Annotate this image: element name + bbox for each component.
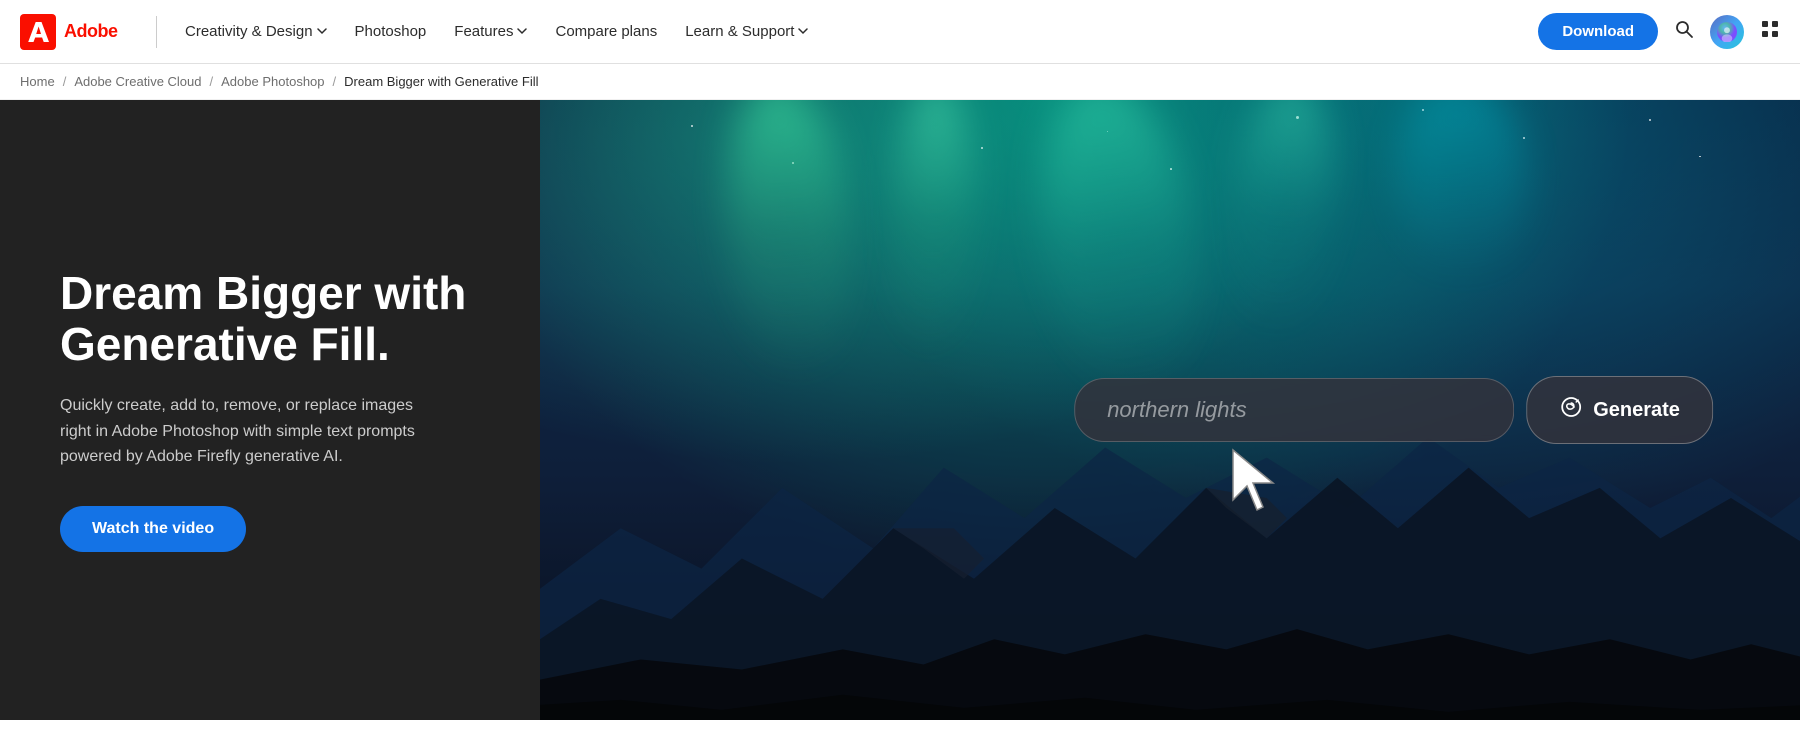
nav-divider bbox=[156, 16, 157, 48]
generate-button-label: Generate bbox=[1593, 399, 1680, 422]
user-avatar[interactable] bbox=[1710, 15, 1744, 49]
generate-icon bbox=[1559, 395, 1583, 425]
nav-right: Download bbox=[1538, 13, 1780, 50]
breadcrumb: Home / Adobe Creative Cloud / Adobe Phot… bbox=[0, 64, 1800, 100]
nav-link-creativity-design[interactable]: Creativity & Design bbox=[173, 15, 339, 48]
adobe-logo-icon bbox=[20, 14, 56, 50]
nav-link-learn-support[interactable]: Learn & Support bbox=[673, 15, 820, 48]
hero-title: Dream Bigger with Generative Fill. bbox=[60, 268, 480, 369]
nav-link-compare-plans[interactable]: Compare plans bbox=[543, 15, 669, 48]
generate-overlay: northern lights Generate bbox=[1074, 376, 1713, 444]
watch-video-button[interactable]: Watch the video bbox=[60, 506, 246, 552]
breadcrumb-creative-cloud[interactable]: Adobe Creative Cloud bbox=[74, 74, 201, 89]
nav-links: Creativity & Design Photoshop Features C… bbox=[173, 15, 1538, 48]
download-button[interactable]: Download bbox=[1538, 13, 1658, 50]
breadcrumb-sep-1: / bbox=[63, 74, 67, 89]
hero-description: Quickly create, add to, remove, or repla… bbox=[60, 393, 440, 470]
breadcrumb-sep-2: / bbox=[210, 74, 214, 89]
adobe-brand-label: Adobe bbox=[64, 21, 118, 42]
hero-left-panel: Dream Bigger with Generative Fill. Quick… bbox=[0, 100, 540, 720]
search-icon[interactable] bbox=[1674, 19, 1694, 44]
nav-logo[interactable]: Adobe bbox=[20, 14, 130, 50]
grid-icon[interactable] bbox=[1760, 19, 1780, 44]
generate-button[interactable]: Generate bbox=[1526, 376, 1713, 444]
nav-link-photoshop[interactable]: Photoshop bbox=[343, 15, 439, 48]
generate-input[interactable]: northern lights bbox=[1074, 378, 1514, 442]
breadcrumb-sep-3: / bbox=[333, 74, 337, 89]
navbar: Adobe Creativity & Design Photoshop Feat… bbox=[0, 0, 1800, 64]
aurora-beam-5 bbox=[1392, 100, 1532, 283]
breadcrumb-current: Dream Bigger with Generative Fill bbox=[344, 74, 538, 89]
chevron-down-icon bbox=[517, 28, 527, 35]
hero-section: Dream Bigger with Generative Fill. Quick… bbox=[0, 100, 1800, 720]
chevron-down-icon bbox=[317, 28, 327, 35]
breadcrumb-photoshop[interactable]: Adobe Photoshop bbox=[221, 74, 324, 89]
breadcrumb-home[interactable]: Home bbox=[20, 74, 55, 89]
chevron-down-icon bbox=[798, 28, 808, 35]
mountain-silhouette bbox=[540, 286, 1800, 720]
hero-right-panel: northern lights Generate bbox=[540, 100, 1800, 720]
nav-link-features[interactable]: Features bbox=[442, 15, 539, 48]
